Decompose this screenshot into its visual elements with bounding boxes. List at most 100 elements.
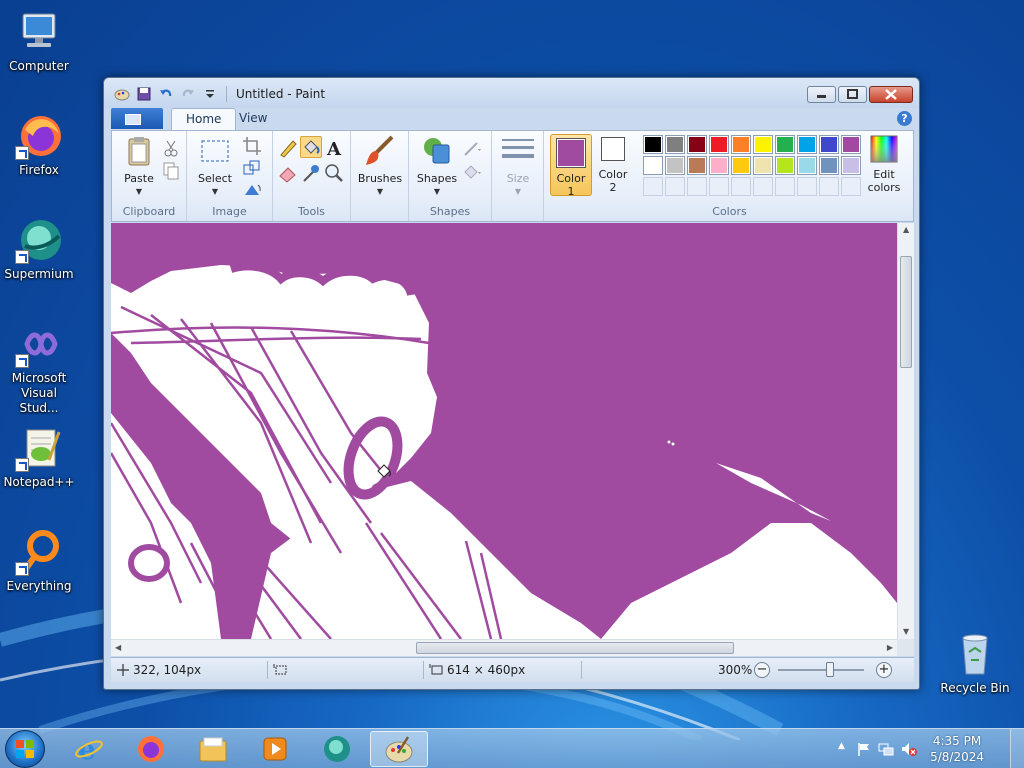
color-swatch[interactable] bbox=[731, 135, 751, 154]
color-swatch[interactable] bbox=[665, 135, 685, 154]
color-swatch[interactable] bbox=[731, 156, 751, 175]
vertical-scroll-thumb[interactable] bbox=[900, 256, 912, 368]
color-swatch[interactable] bbox=[775, 135, 795, 154]
save-icon[interactable] bbox=[136, 86, 152, 102]
custom-color-slot[interactable] bbox=[687, 177, 707, 196]
taskbar-internet-explorer[interactable]: e bbox=[60, 731, 118, 767]
redo-icon[interactable] bbox=[180, 86, 196, 102]
maximize-button[interactable] bbox=[838, 86, 867, 103]
show-desktop-button[interactable] bbox=[1010, 729, 1024, 768]
desktop-icon-supermium[interactable]: Supermium bbox=[0, 216, 78, 282]
color-swatch[interactable] bbox=[819, 135, 839, 154]
taskbar-paint[interactable] bbox=[370, 731, 428, 767]
start-button[interactable] bbox=[5, 730, 45, 768]
scroll-right-icon[interactable]: ▶ bbox=[887, 643, 893, 652]
scroll-left-icon[interactable]: ◀ bbox=[115, 643, 121, 652]
color-swatch[interactable] bbox=[753, 135, 773, 154]
text-tool-icon[interactable]: A bbox=[323, 137, 345, 159]
custom-color-slot[interactable] bbox=[797, 177, 817, 196]
window-controls bbox=[807, 86, 913, 103]
shapes-button[interactable]: Shapes ▼ bbox=[415, 135, 459, 198]
color-swatch[interactable] bbox=[709, 135, 729, 154]
taskbar-media-player[interactable] bbox=[246, 731, 304, 767]
paste-label: Paste bbox=[124, 172, 154, 185]
color-swatch[interactable] bbox=[797, 156, 817, 175]
taskbar-file-explorer[interactable] bbox=[184, 731, 242, 767]
color-swatch[interactable] bbox=[753, 156, 773, 175]
zoom-slider-thumb[interactable] bbox=[826, 662, 834, 677]
select-label: Select bbox=[198, 172, 232, 185]
color-swatch[interactable] bbox=[819, 156, 839, 175]
action-center-flag-icon[interactable] bbox=[856, 741, 872, 757]
crop-icon[interactable] bbox=[241, 135, 263, 157]
eraser-icon[interactable] bbox=[277, 162, 299, 184]
outline-icon[interactable] bbox=[461, 137, 483, 159]
tab-view[interactable]: View bbox=[225, 108, 281, 130]
zoom-slider-track[interactable] bbox=[778, 669, 864, 671]
resize-icon[interactable] bbox=[241, 157, 263, 179]
desktop-icon-visual-studio[interactable]: Microsoft Visual Stud... bbox=[0, 320, 78, 416]
scroll-down-icon[interactable]: ▼ bbox=[903, 627, 909, 636]
color-swatch[interactable] bbox=[687, 156, 707, 175]
scroll-up-icon[interactable]: ▲ bbox=[903, 225, 909, 234]
color-swatch[interactable] bbox=[643, 135, 663, 154]
custom-color-slot[interactable] bbox=[709, 177, 729, 196]
cursor-position-icon bbox=[117, 664, 129, 676]
color1-button[interactable]: Color 1 bbox=[550, 134, 592, 198]
color-swatch[interactable] bbox=[687, 135, 707, 154]
horizontal-scroll-thumb[interactable] bbox=[416, 642, 734, 654]
fill-tool-button[interactable] bbox=[300, 136, 322, 158]
edit-colors-button[interactable]: Edit colors bbox=[862, 135, 906, 194]
custom-color-slot[interactable] bbox=[775, 177, 795, 196]
desktop-icon-firefox[interactable]: Firefox bbox=[0, 112, 78, 178]
zoom-in-button[interactable]: + bbox=[876, 662, 892, 678]
brushes-button[interactable]: Brushes ▼ bbox=[357, 135, 403, 198]
color-swatch[interactable] bbox=[775, 156, 795, 175]
custom-color-slot[interactable] bbox=[819, 177, 839, 196]
zoom-out-button[interactable]: − bbox=[754, 662, 770, 678]
cut-icon[interactable] bbox=[160, 137, 182, 159]
desktop-icon-computer[interactable]: Computer bbox=[0, 8, 78, 74]
network-icon[interactable] bbox=[878, 741, 894, 757]
color2-button[interactable]: Color 2 bbox=[596, 137, 630, 194]
color-swatch[interactable] bbox=[643, 156, 663, 175]
close-button[interactable] bbox=[869, 86, 913, 103]
custom-color-slot[interactable] bbox=[665, 177, 685, 196]
title-bar[interactable]: Untitled - Paint bbox=[104, 78, 919, 108]
minimize-button[interactable] bbox=[807, 86, 836, 103]
color-swatch[interactable] bbox=[841, 156, 861, 175]
taskbar-supermium[interactable] bbox=[308, 731, 366, 767]
show-hidden-icons-icon[interactable]: ▲ bbox=[838, 741, 845, 751]
undo-icon[interactable] bbox=[158, 86, 174, 102]
color-swatch[interactable] bbox=[665, 156, 685, 175]
magnifier-icon[interactable] bbox=[323, 162, 345, 184]
custom-color-slot[interactable] bbox=[841, 177, 861, 196]
desktop-icon-notepadpp[interactable]: Notepad++ bbox=[0, 424, 78, 490]
custom-color-slot[interactable] bbox=[643, 177, 663, 196]
color-swatch[interactable] bbox=[797, 135, 817, 154]
copy-icon[interactable] bbox=[160, 160, 182, 182]
paste-button[interactable]: Paste ▼ bbox=[120, 135, 158, 198]
drawing-canvas[interactable]: ▲ ▼ ◀ ▶ bbox=[111, 223, 914, 656]
select-button[interactable]: Select ▼ bbox=[193, 135, 237, 198]
desktop-icon-everything[interactable]: Everything bbox=[0, 528, 78, 594]
custom-color-slot[interactable] bbox=[753, 177, 773, 196]
desktop-icon-recycle-bin[interactable]: Recycle Bin bbox=[936, 630, 1014, 696]
rotate-icon[interactable] bbox=[241, 179, 263, 201]
pencil-icon[interactable] bbox=[277, 137, 299, 159]
custom-color-slot[interactable] bbox=[731, 177, 751, 196]
help-icon[interactable]: ? bbox=[897, 111, 912, 126]
color-swatch[interactable] bbox=[841, 135, 861, 154]
taskbar-firefox[interactable] bbox=[122, 731, 180, 767]
vertical-scrollbar[interactable]: ▲ ▼ bbox=[897, 223, 914, 639]
clock[interactable]: 4:35 PM 5/8/2024 bbox=[930, 733, 984, 765]
size-button[interactable]: Size ▼ bbox=[498, 135, 538, 198]
color-picker-icon[interactable] bbox=[300, 162, 322, 184]
horizontal-scrollbar[interactable]: ◀ ▶ bbox=[111, 639, 897, 656]
customize-qat-icon[interactable] bbox=[202, 86, 218, 102]
volume-muted-icon[interactable] bbox=[900, 741, 918, 757]
ribbon: Paste ▼ Clipboard Select ▼ Image A Tools… bbox=[111, 130, 914, 222]
color-swatch[interactable] bbox=[709, 156, 729, 175]
fill-icon[interactable] bbox=[461, 160, 483, 182]
paint-menu-button[interactable] bbox=[111, 108, 163, 129]
